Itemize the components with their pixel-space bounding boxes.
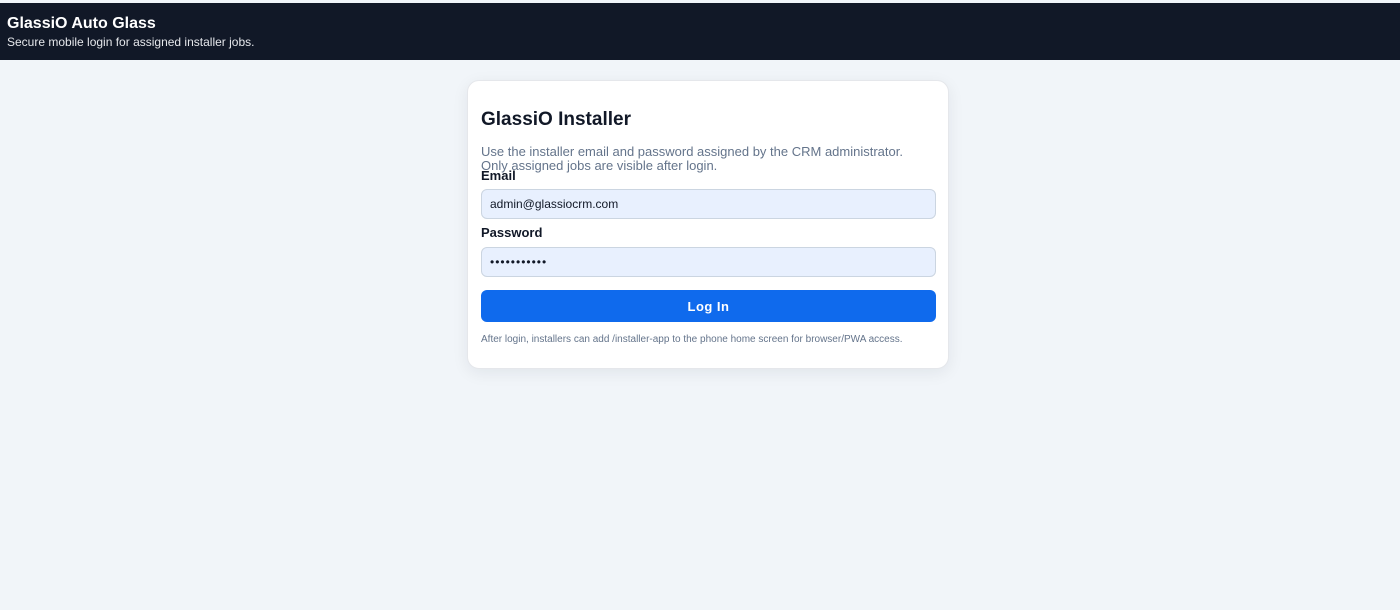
login-button[interactable]: Log In [481,290,936,322]
app-subtitle: Secure mobile login for assigned install… [7,35,255,49]
password-label: Password [481,225,543,240]
password-field[interactable] [481,247,936,277]
app-title: GlassiO Auto Glass [7,15,156,32]
login-footnote: After login, installers can add /install… [481,334,903,345]
login-card: GlassiO Installer Use the installer emai… [467,80,949,369]
email-field[interactable] [481,189,936,219]
email-label: Email [481,168,516,183]
login-description: Use the installer email and password ass… [481,144,903,173]
app-header: GlassiO Auto Glass Secure mobile login f… [0,3,1400,60]
login-title: GlassiO Installer [481,109,631,130]
